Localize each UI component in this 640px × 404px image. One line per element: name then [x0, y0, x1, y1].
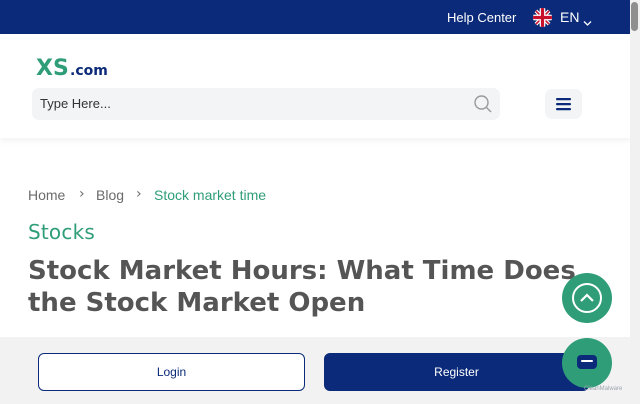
scrollbar-track[interactable]	[630, 0, 640, 404]
breadcrumb-separator: ›	[136, 186, 142, 202]
article-category[interactable]: Stocks	[28, 220, 95, 244]
security-badge: CleanMalware	[584, 386, 623, 392]
chevron-down-icon[interactable]	[583, 12, 592, 26]
breadcrumb-home[interactable]: Home	[28, 187, 65, 203]
login-button[interactable]: Login	[38, 353, 305, 391]
uk-flag-icon[interactable]	[533, 8, 552, 27]
hamburger-icon	[556, 98, 571, 111]
scroll-top-button[interactable]	[562, 273, 612, 323]
logo-suffix: .com	[70, 63, 108, 79]
breadcrumb-blog[interactable]: Blog	[96, 187, 124, 203]
site-header	[0, 34, 630, 138]
logo-mark: XS	[36, 56, 69, 79]
scrollbar-thumb[interactable]	[631, 2, 638, 31]
top-bar: Help Center EN	[0, 0, 630, 34]
chat-icon	[577, 355, 597, 369]
page: Help Center EN XS .com Type Here... Home…	[0, 0, 640, 404]
menu-button[interactable]	[545, 89, 582, 119]
help-center-link[interactable]: Help Center	[447, 10, 516, 25]
breadcrumb-separator: ›	[79, 186, 85, 202]
register-button[interactable]: Register	[324, 353, 589, 391]
breadcrumb-current: Stock market time	[154, 187, 267, 203]
chat-button[interactable]	[562, 338, 612, 388]
site-logo[interactable]: XS .com	[36, 55, 108, 81]
article-title: Stock Market Hours: What Time Does the S…	[28, 256, 576, 318]
chevron-up-icon	[572, 283, 602, 313]
search-placeholder: Type Here...	[40, 96, 111, 111]
language-selector[interactable]: EN	[560, 9, 579, 25]
search-icon[interactable]	[473, 94, 493, 114]
